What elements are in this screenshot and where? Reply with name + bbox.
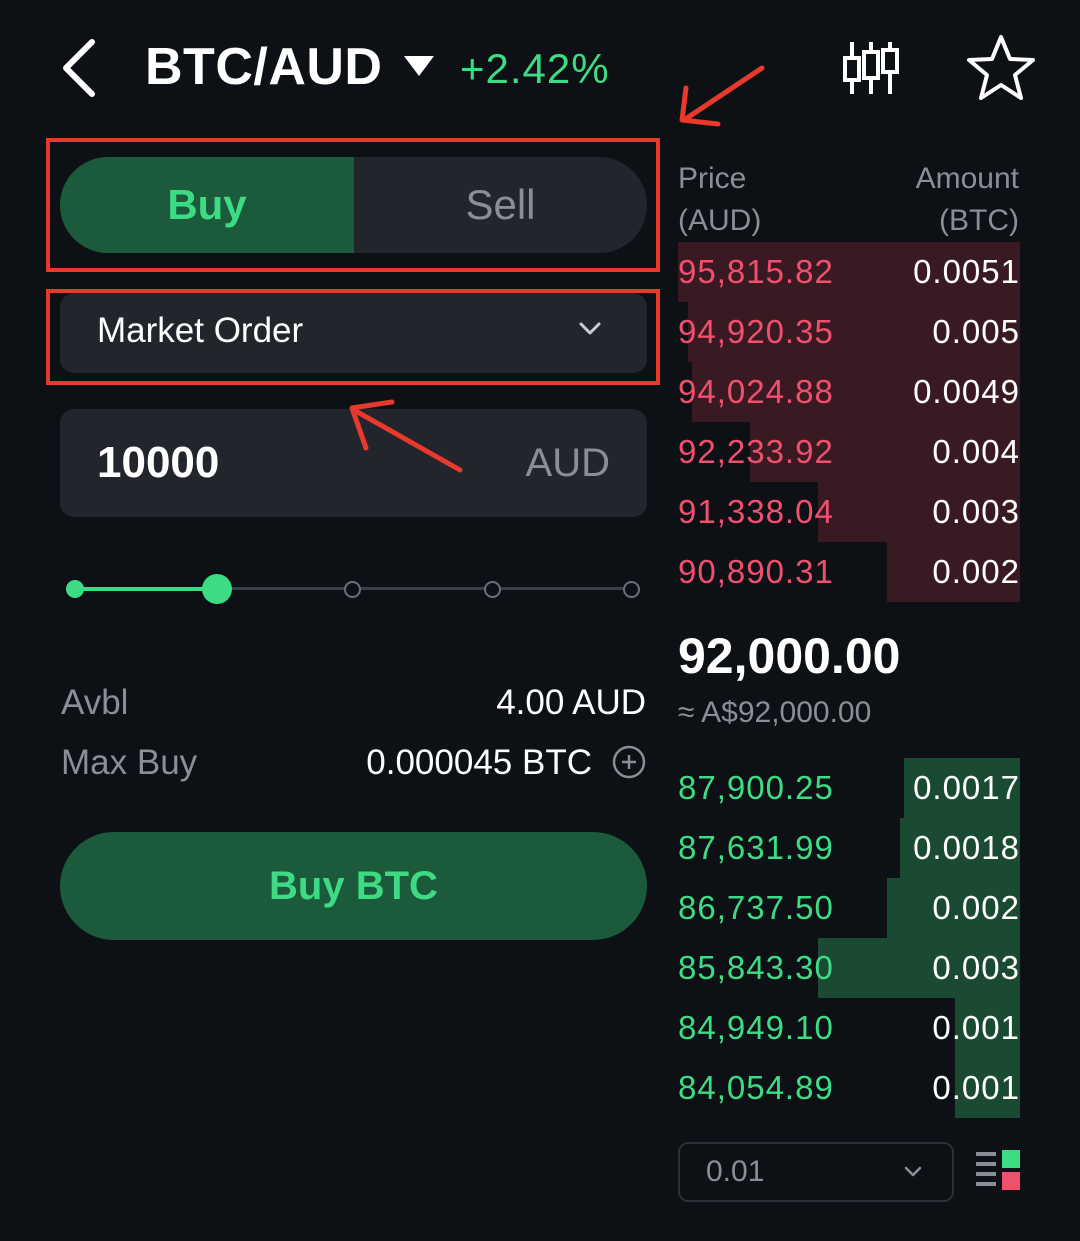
bid-amount: 0.001 xyxy=(932,1009,1020,1046)
star-icon[interactable] xyxy=(966,34,1036,102)
ask-amount: 0.003 xyxy=(932,493,1020,530)
buy-btc-button[interactable]: Buy BTC xyxy=(60,832,647,940)
avbl-value: 4.00 AUD xyxy=(496,683,646,722)
pair-dropdown-icon[interactable] xyxy=(404,56,434,76)
bid-price: 84,949.10 xyxy=(678,1009,834,1046)
ask-row[interactable]: 94,920.35 0.005 xyxy=(678,302,1020,362)
annotation-arrow-middle xyxy=(349,399,463,473)
percent-slider-fill xyxy=(74,587,217,591)
amount-header-line2: (BTC) xyxy=(939,204,1019,237)
bid-row[interactable]: 87,900.25 0.0017 xyxy=(678,758,1020,818)
bid-row[interactable]: 84,054.89 0.001 xyxy=(678,1058,1020,1118)
price-header-line1: Price xyxy=(678,162,747,195)
mid-price-fiat: ≈ A$92,000.00 xyxy=(678,696,872,729)
ask-amount: 0.0051 xyxy=(913,253,1020,290)
pair-title[interactable]: BTC/AUD xyxy=(145,36,382,98)
amount-header-line1: Amount xyxy=(915,162,1019,195)
bid-row[interactable]: 85,843.30 0.003 xyxy=(678,938,1020,998)
precision-select[interactable]: 0.01 xyxy=(678,1142,954,1202)
ask-price: 92,233.92 xyxy=(678,433,834,470)
slider-stop-100[interactable] xyxy=(623,581,640,598)
ask-amount: 0.0049 xyxy=(913,373,1020,410)
bid-price: 85,843.30 xyxy=(678,949,834,986)
bid-price: 87,900.25 xyxy=(678,769,834,806)
ask-price: 95,815.82 xyxy=(678,253,834,290)
price-header: Price (AUD) xyxy=(678,158,761,242)
price-change-badge: +2.42% xyxy=(460,45,610,92)
ask-row[interactable]: 92,233.92 0.004 xyxy=(678,422,1020,482)
chart-icon[interactable] xyxy=(842,40,900,96)
ask-price: 94,024.88 xyxy=(678,373,834,410)
back-icon[interactable] xyxy=(58,38,102,98)
maxbuy-value: 0.000045 BTC xyxy=(366,743,592,782)
bid-row[interactable]: 87,631.99 0.0018 xyxy=(678,818,1020,878)
ask-row[interactable]: 95,815.82 0.0051 xyxy=(678,242,1020,302)
ask-price: 94,920.35 xyxy=(678,313,834,350)
annotation-box-toggle xyxy=(46,138,660,272)
precision-value: 0.01 xyxy=(706,1155,765,1188)
bid-amount: 0.001 xyxy=(932,1069,1020,1106)
bid-price: 87,631.99 xyxy=(678,829,834,866)
slider-stop-50[interactable] xyxy=(344,581,361,598)
ask-row[interactable]: 94,024.88 0.0049 xyxy=(678,362,1020,422)
slider-stop-75[interactable] xyxy=(484,581,501,598)
amount-unit: AUD xyxy=(525,441,610,485)
ask-amount: 0.005 xyxy=(932,313,1020,350)
orderbook-layout-icon[interactable] xyxy=(976,1150,1022,1192)
ask-amount: 0.004 xyxy=(932,433,1020,470)
ask-row[interactable]: 90,890.31 0.002 xyxy=(678,542,1020,602)
ask-amount: 0.002 xyxy=(932,553,1020,590)
bid-amount: 0.0017 xyxy=(913,769,1020,806)
avbl-label: Avbl xyxy=(61,683,129,722)
price-header-line2: (AUD) xyxy=(678,204,762,237)
bid-amount: 0.002 xyxy=(932,889,1020,926)
mid-price[interactable]: 92,000.00 xyxy=(678,626,900,686)
maxbuy-label: Max Buy xyxy=(61,743,198,782)
bid-amount: 0.0018 xyxy=(913,829,1020,866)
amount-header: Amount (BTC) xyxy=(916,158,1019,242)
bid-price: 84,054.89 xyxy=(678,1069,834,1106)
plus-circle-icon[interactable] xyxy=(612,745,646,779)
bid-row[interactable]: 86,737.50 0.002 xyxy=(678,878,1020,938)
bid-price: 86,737.50 xyxy=(678,889,834,926)
annotation-arrow-top xyxy=(679,65,765,127)
chevron-down-icon xyxy=(904,1166,922,1177)
ask-row[interactable]: 91,338.04 0.003 xyxy=(678,482,1020,542)
slider-stop-0[interactable] xyxy=(66,580,84,598)
annotation-box-order-type xyxy=(46,289,660,385)
slider-handle[interactable] xyxy=(202,574,232,604)
ask-price: 90,890.31 xyxy=(678,553,834,590)
ask-price: 91,338.04 xyxy=(678,493,834,530)
bid-amount: 0.003 xyxy=(932,949,1020,986)
bid-row[interactable]: 84,949.10 0.001 xyxy=(678,998,1020,1058)
